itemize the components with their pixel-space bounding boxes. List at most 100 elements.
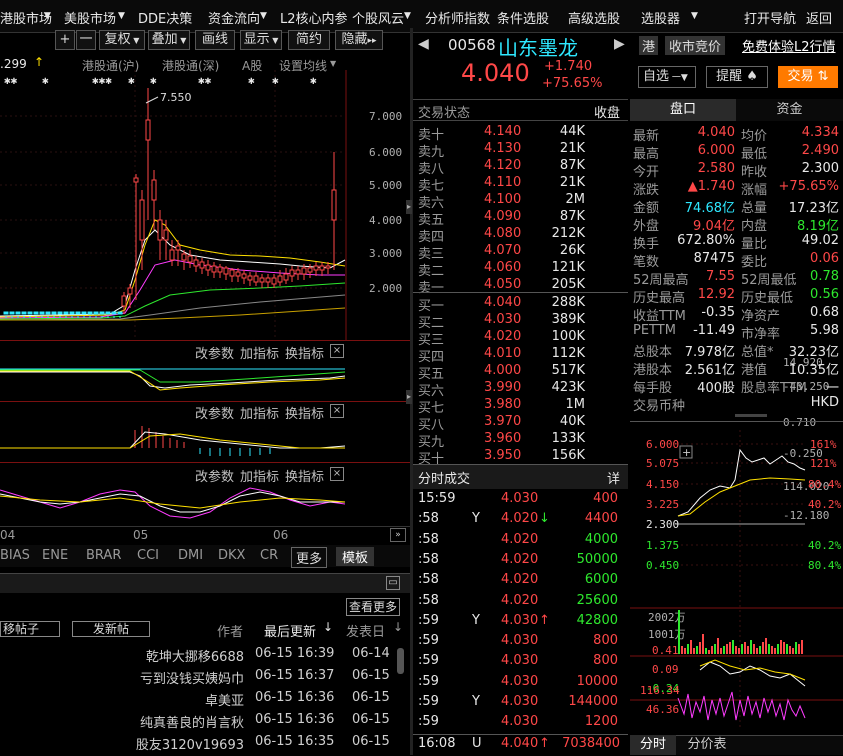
bid-row[interactable]: 买十 3.950 156K: [413, 448, 628, 467]
overlay-button[interactable]: 叠加 ▼: [148, 30, 190, 50]
indicator-chart-3[interactable]: [0, 482, 346, 526]
ask-row[interactable]: 卖三 4.070 26K: [413, 243, 628, 262]
l2-trial-link[interactable]: 免费体验L2行情: [742, 36, 836, 55]
alert-button[interactable]: 提醒 ♠: [706, 66, 768, 88]
col-post-date[interactable]: 发表日: [346, 621, 385, 640]
splitter-handle[interactable]: ▸: [406, 390, 412, 404]
post-author[interactable]: 股友3120v19693: [136, 734, 244, 753]
tab-capital[interactable]: 资金: [736, 99, 843, 121]
col-last-update[interactable]: 最后更新: [264, 621, 316, 640]
menu-capital-flow[interactable]: 资金流向: [208, 8, 260, 27]
indicator-chart-2[interactable]: [0, 418, 346, 460]
splitter-handle[interactable]: ▸: [406, 200, 412, 214]
tab-cci[interactable]: CCI: [137, 548, 159, 563]
menu-dropdown-icon[interactable]: ▼: [44, 11, 51, 21]
ask-row[interactable]: 卖十 4.140 44K: [413, 124, 628, 143]
ask-row[interactable]: 卖四 4.080 212K: [413, 226, 628, 245]
ask-row[interactable]: 卖二 4.060 121K: [413, 260, 628, 279]
bid-row[interactable]: 买二 4.030 389K: [413, 312, 628, 331]
ask-row[interactable]: 卖六 4.100 2M: [413, 192, 628, 211]
intraday-chart[interactable]: + 6.000 5.075 4.150 3.225 2.300 1.375 0.…: [630, 430, 843, 730]
forum-row[interactable]: 卓美亚 06-15 16:36 06-15: [0, 690, 410, 712]
svg-text:✱: ✱: [128, 74, 135, 87]
zoom-in-button[interactable]: +: [55, 30, 75, 50]
ask-row[interactable]: 卖八 4.120 87K: [413, 158, 628, 177]
move-post-button[interactable]: 移帖子: [0, 621, 60, 637]
indicator-chart-1[interactable]: [0, 358, 346, 400]
detail-button[interactable]: 详: [607, 468, 620, 487]
menu-advanced-screen[interactable]: 高级选股: [568, 8, 620, 27]
tab-price-table[interactable]: 分价表: [680, 735, 734, 755]
menu-open-nav[interactable]: 打开导航: [744, 8, 796, 27]
ask-row[interactable]: 卖九 4.130 21K: [413, 141, 628, 160]
display-button[interactable]: 显示 ▼: [240, 30, 282, 50]
new-post-button[interactable]: 发新帖: [72, 621, 150, 637]
zoom-out-button[interactable]: 一: [76, 30, 96, 50]
post-author[interactable]: 乾坤大挪移6688: [146, 646, 244, 665]
forum-row[interactable]: 股友3120v19693 06-15 16:35 06-15: [0, 734, 410, 756]
bid-row[interactable]: 买四 4.010 112K: [413, 346, 628, 365]
close-icon[interactable]: ×: [330, 404, 344, 418]
candlestick-chart[interactable]: ✱✱ ✱ ✱✱✱ ✱ ✱ ✱✱ ✱ ✱ ✱ 7.550 7.000 6.000 5.000 …: [0, 70, 410, 340]
tab-bias[interactable]: BIAS: [0, 548, 30, 563]
simple-button[interactable]: 简约: [288, 30, 330, 50]
forum-row[interactable]: 纯真善良的肖言秋 06-15 16:36 06-15: [0, 712, 410, 734]
prev-stock-icon[interactable]: ◀: [418, 36, 429, 52]
tab-dmi[interactable]: DMI: [178, 548, 203, 563]
up-arrow-icon: ↑: [34, 55, 45, 69]
bid-row[interactable]: 买九 3.960 133K: [413, 431, 628, 450]
forum-row[interactable]: 乾坤大挪移6688 06-15 16:39 06-14: [0, 646, 410, 668]
tab-ene[interactable]: ENE: [42, 548, 68, 563]
menu-dde[interactable]: DDE决策: [138, 8, 192, 27]
menu-dropdown-icon[interactable]: ▼: [260, 11, 267, 21]
scroll-right-button[interactable]: »: [390, 528, 406, 542]
view-more-button[interactable]: 查看更多: [346, 598, 400, 616]
ask-row[interactable]: 卖五 4.090 87K: [413, 209, 628, 228]
menu-analyst-index[interactable]: 分析师指数: [425, 8, 490, 27]
forum-row[interactable]: 亏到没钱买姨妈巾 06-15 16:37 06-15: [0, 668, 410, 690]
menu-dropdown-icon[interactable]: ▼: [404, 11, 411, 21]
forum-scrollbar[interactable]: [397, 648, 404, 674]
bid-row[interactable]: 买八 3.970 40K: [413, 414, 628, 433]
ask-row[interactable]: 卖七 4.110 21K: [413, 175, 628, 194]
post-author[interactable]: 卓美亚: [205, 690, 244, 709]
tab-template[interactable]: 模板: [336, 547, 375, 566]
sort-down-icon[interactable]: ↓: [393, 620, 403, 634]
bid-row[interactable]: 买三 4.020 100K: [413, 329, 628, 348]
menu-us-market[interactable]: 美股市场: [64, 8, 116, 27]
menu-stock-story[interactable]: 个股风云: [352, 8, 404, 27]
menu-screener[interactable]: 选股器: [641, 8, 680, 27]
sort-down-icon[interactable]: ↓: [323, 620, 333, 634]
post-author[interactable]: 纯真善良的肖言秋: [140, 712, 244, 731]
col-author[interactable]: 作者: [217, 621, 243, 640]
tab-pankou[interactable]: 盘口: [630, 99, 736, 121]
trade-button[interactable]: 交易 ⇅: [778, 66, 838, 88]
close-icon[interactable]: ×: [330, 467, 344, 481]
menu-l2-insider[interactable]: L2核心内参: [280, 8, 348, 27]
volume-bar: [795, 642, 797, 654]
menu-back[interactable]: 返回: [806, 8, 832, 27]
hide-button[interactable]: 隐藏▸▸: [335, 30, 383, 50]
bid-row[interactable]: 买五 4.000 517K: [413, 363, 628, 382]
dropdown-icon[interactable]: ▼: [330, 59, 336, 68]
menu-dropdown-icon[interactable]: ▼: [118, 11, 125, 21]
close-icon[interactable]: ×: [330, 344, 344, 358]
panel-handle[interactable]: [735, 414, 767, 417]
bid-row[interactable]: 买六 3.990 423K: [413, 380, 628, 399]
tab-brar[interactable]: BRAR: [86, 548, 121, 563]
draw-line-button[interactable]: 画线: [195, 30, 235, 50]
menu-dropdown-icon[interactable]: ▼: [691, 11, 698, 21]
next-stock-icon[interactable]: ▶: [614, 36, 625, 52]
bid-row[interactable]: 买一 4.040 288K: [413, 295, 628, 314]
tab-timeshare[interactable]: 分时: [630, 735, 676, 755]
tab-dkx[interactable]: DKX: [218, 548, 245, 563]
adjust-button[interactable]: 复权 ▼: [99, 30, 145, 50]
expand-icon[interactable]: ▭: [386, 576, 400, 590]
watchlist-button[interactable]: 自选 一▼: [638, 66, 696, 88]
tab-cr[interactable]: CR: [260, 548, 278, 563]
tab-more[interactable]: 更多: [291, 547, 328, 568]
trade-price: 4.030: [501, 673, 539, 689]
bid-row[interactable]: 买七 3.980 1M: [413, 397, 628, 416]
post-author[interactable]: 亏到没钱买姨妈巾: [140, 668, 244, 687]
menu-condition-screen[interactable]: 条件选股: [497, 8, 549, 27]
